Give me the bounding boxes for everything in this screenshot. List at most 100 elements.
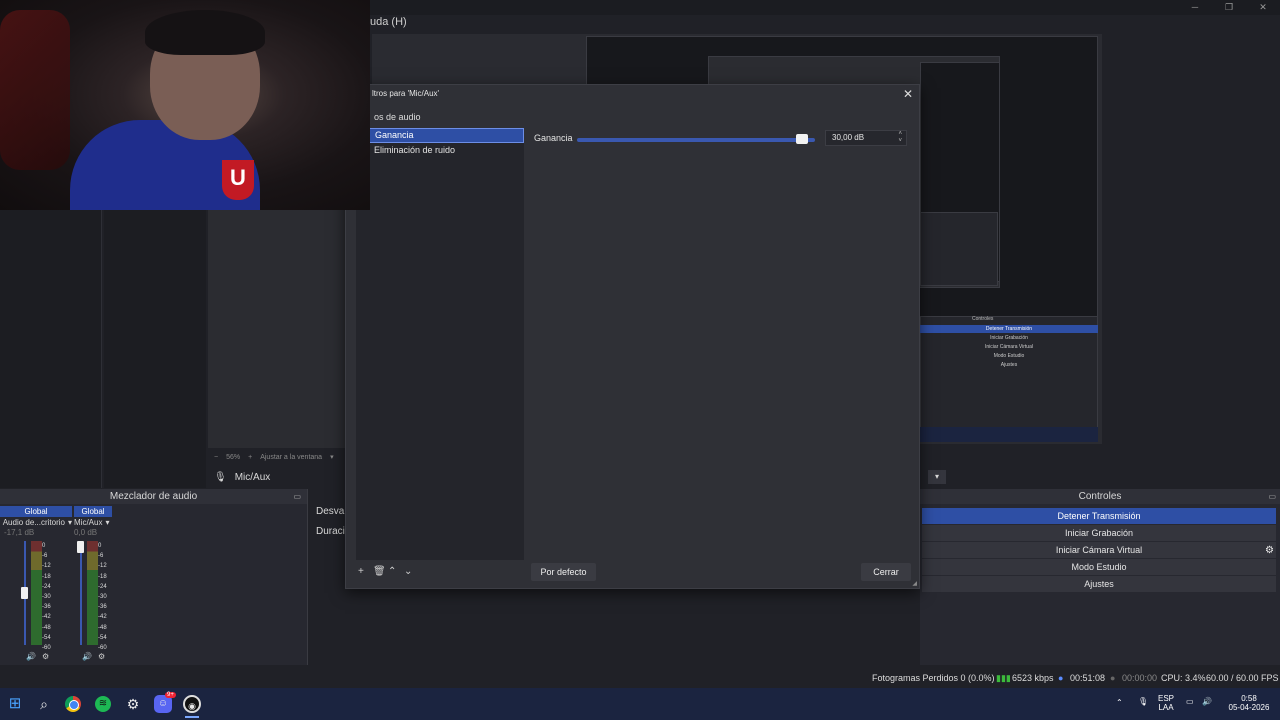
add-filter-icon[interactable]: + xyxy=(358,566,364,577)
trash-icon[interactable]: 🗑 xyxy=(373,566,386,577)
fit-window-button[interactable]: Ajustar a la ventana xyxy=(260,454,322,461)
record-status-icon: ● xyxy=(1110,673,1116,683)
volume-slider-knob[interactable] xyxy=(77,541,84,553)
gain-slider-knob[interactable] xyxy=(796,134,809,144)
fps: 60.00 / 60.00 FPS xyxy=(1206,673,1279,683)
gain-value-text: 30,00 dB xyxy=(832,133,865,142)
source-name: Mic/Aux xyxy=(234,471,271,483)
mixer-title: Mezclador de audio xyxy=(109,491,198,502)
stop-streaming-button[interactable]: Detener Transmisión xyxy=(922,508,1276,524)
network-icon[interactable]: ▭ xyxy=(1186,697,1194,706)
dropdown-arrow-icon[interactable]: ▾ xyxy=(928,470,946,484)
source-row[interactable]: 🎙 Mic/Aux xyxy=(208,466,348,488)
signal-icon: ▮▮▮ xyxy=(996,673,1011,683)
close-window-icon[interactable]: ✕ xyxy=(1246,0,1280,14)
discord-badge: 9+ xyxy=(165,692,176,698)
active-app-indicator xyxy=(185,716,199,718)
channel-global-badge[interactable]: Global xyxy=(0,506,72,517)
close-icon[interactable]: ✕ xyxy=(903,87,913,101)
filter-item-noise-suppression[interactable]: Eliminación de ruido xyxy=(356,143,524,158)
float-icon[interactable]: ▭ xyxy=(293,489,301,504)
mixer-header: Mezclador de audio ▭ xyxy=(0,489,307,504)
search-icon[interactable]: ⌕ xyxy=(35,695,53,713)
minimize-icon[interactable]: ─ xyxy=(1178,0,1212,14)
bitrate: 6523 kbps xyxy=(1012,673,1054,683)
audio-filters-label: os de audio xyxy=(374,112,421,122)
record-time: 00:00:00 xyxy=(1122,673,1158,683)
close-button[interactable]: Cerrar xyxy=(861,563,911,581)
filter-list: Ganancia Eliminación de ruido xyxy=(356,128,524,560)
settings-icon[interactable]: ⚙ xyxy=(42,652,49,661)
spotify-icon[interactable]: ≋ xyxy=(95,696,111,712)
speaker-icon[interactable]: 🔊 xyxy=(26,652,36,661)
filter-properties: Ganancia 30,00 dB ˄ ˅ xyxy=(525,128,918,560)
move-up-icon[interactable]: ⌃ xyxy=(388,566,396,577)
microphone-icon[interactable]: 🎙 xyxy=(1138,697,1148,706)
volume-slider-knob[interactable] xyxy=(21,587,28,599)
steam-icon[interactable]: ⚙ xyxy=(124,695,142,713)
sources-panel xyxy=(104,208,206,488)
gain-label: Ganancia xyxy=(534,133,573,143)
dropped-frames: Fotogramas Perdidos 0 (0.0%) xyxy=(872,673,995,683)
window-controls: ─ ❐ ✕ xyxy=(1178,0,1280,14)
settings-button[interactable]: Ajustes xyxy=(922,576,1276,592)
microphone-icon: 🎙 xyxy=(214,471,227,483)
channel-global-badge[interactable]: Global xyxy=(74,506,112,517)
speaker-icon[interactable]: 🔊 xyxy=(82,652,92,661)
mixer-channel: Global Audio de...critorio ▾ -17,1 dB xyxy=(0,506,72,537)
channel-db: -17,1 dB xyxy=(4,528,35,537)
channel-icons: 🔊 ⚙ xyxy=(26,652,49,661)
channel-db: 0,0 dB xyxy=(74,528,98,537)
filters-dialog: ltros para 'Mic/Aux' ✕ os de audio Ganan… xyxy=(345,84,920,589)
chevron-down-icon[interactable]: ▾ xyxy=(330,453,334,461)
windows-start-icon[interactable]: ⊞ xyxy=(6,695,24,713)
controls-header: Controles ▭ xyxy=(920,489,1280,504)
chrome-icon[interactable] xyxy=(65,696,81,712)
transition-duration[interactable]: Duración xyxy=(310,524,356,540)
spin-arrows-icon[interactable]: ˄ ˅ xyxy=(898,131,902,145)
channel-name[interactable]: Audio de...critorio ▾ xyxy=(0,518,72,527)
clock[interactable]: 0:58 05-04-2026 xyxy=(1226,694,1272,712)
volume-slider-track[interactable] xyxy=(80,541,82,645)
zoom-in-icon[interactable]: + xyxy=(248,454,252,461)
zoom-out-icon[interactable]: − xyxy=(214,454,218,461)
transitions-panel: Desvan Duración xyxy=(310,504,356,664)
filter-item-gain[interactable]: Ganancia xyxy=(356,128,524,143)
gear-icon[interactable]: ⚙ xyxy=(1265,545,1274,556)
audio-mixer: Mezclador de audio ▭ Global Audio de...c… xyxy=(0,489,308,665)
webcam-overlay: U xyxy=(0,0,370,210)
dialog-title: ltros para 'Mic/Aux' xyxy=(372,89,440,98)
channel-name[interactable]: Mic/Aux ▾ xyxy=(74,518,146,527)
gain-spinbox[interactable]: 30,00 dB ˄ ˅ xyxy=(825,130,907,146)
volume-meter: 0 -6 -12 -18 -24 -30 -36 -42 -48 -54 -60 xyxy=(77,541,112,651)
stream-status-icon: ● xyxy=(1058,673,1064,683)
source-preview xyxy=(208,208,348,448)
resize-grip-icon[interactable]: ◢ xyxy=(912,580,917,587)
volume-icon[interactable]: 🔊 xyxy=(1202,697,1212,706)
gain-slider-track[interactable] xyxy=(577,138,815,142)
chevron-down-icon[interactable]: ▾ xyxy=(105,518,109,527)
settings-icon[interactable]: ⚙ xyxy=(98,652,105,661)
maximize-icon[interactable]: ❐ xyxy=(1212,0,1246,14)
controls-title: Controles xyxy=(1078,491,1122,502)
transition-type[interactable]: Desvan xyxy=(310,504,350,520)
menu-help[interactable]: uda (H) xyxy=(370,16,407,28)
webcam-chair xyxy=(0,10,70,170)
float-icon[interactable]: ▭ xyxy=(1268,489,1276,504)
channel-icons: 🔊 ⚙ xyxy=(82,652,105,661)
volume-meter: 0 -6 -12 -18 -24 -30 -36 -42 -48 -54 -60 xyxy=(21,541,56,651)
obs-icon[interactable]: ◉ xyxy=(183,695,201,713)
controls-panel: Controles ▭ Detener Transmisión Iniciar … xyxy=(920,489,1280,665)
chevron-up-icon[interactable]: ⌃ xyxy=(1116,698,1123,707)
defaults-button[interactable]: Por defecto xyxy=(531,563,596,581)
chevron-down-icon[interactable]: ▾ xyxy=(68,518,72,527)
meter-scale: 0 -6 -12 -18 -24 -30 -36 -42 -48 -54 -60 xyxy=(98,543,107,652)
language-indicator[interactable]: ESP LAA xyxy=(1158,694,1174,712)
move-down-icon[interactable]: ⌄ xyxy=(404,566,412,577)
studio-mode-button[interactable]: Modo Estudio xyxy=(922,559,1276,575)
webcam-shirt-logo: U xyxy=(222,160,254,200)
meter-scale: 0 -6 -12 -18 -24 -30 -36 -42 -48 -54 -60 xyxy=(42,543,51,652)
start-virtual-camera-button[interactable]: Iniciar Cámara Virtual xyxy=(922,542,1276,558)
start-recording-button[interactable]: Iniciar Grabación xyxy=(922,525,1276,541)
zoom-bar: − 56% + Ajustar a la ventana ▾ xyxy=(208,450,348,464)
